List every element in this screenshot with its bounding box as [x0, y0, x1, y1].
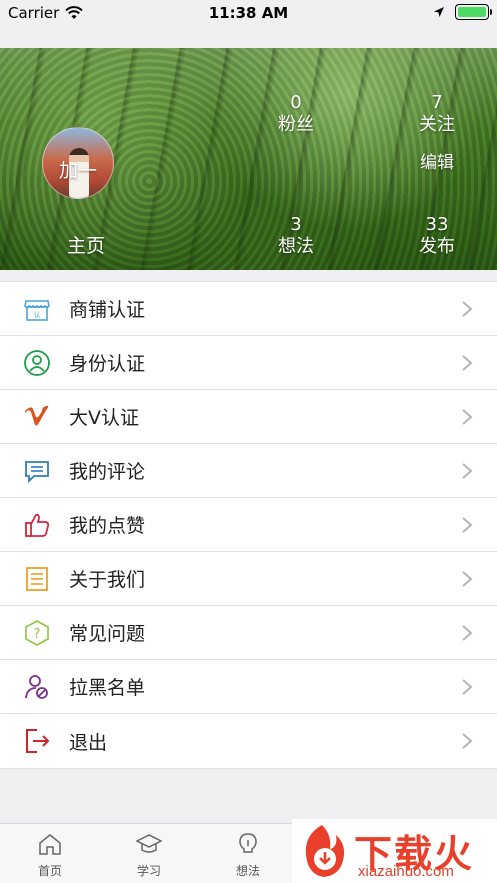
menu-item-logout[interactable]: 退出: [0, 714, 497, 768]
chevron-right-icon: [462, 409, 473, 425]
block-user-icon: [22, 672, 52, 702]
thumbs-up-icon: [22, 510, 52, 540]
tab-home[interactable]: 首页: [20, 832, 80, 879]
location-arrow-icon: [434, 7, 444, 17]
ideas-count: 3: [290, 214, 302, 235]
following-label: 关注: [419, 114, 455, 135]
watermark: 下载火 xiazaihuo.com: [292, 819, 497, 883]
clock: 11:38 AM: [208, 4, 289, 22]
chevron-right-icon: [462, 517, 473, 533]
menu-item-label: 退出: [69, 731, 108, 754]
settings-menu: 认 商铺认证 身份认证 大V认证 我的评论 我的点赞 关于我们 ? 常见问题 拉…: [0, 281, 497, 769]
comment-icon: [22, 456, 52, 486]
svg-text:?: ?: [34, 627, 41, 642]
battery-icon: [455, 4, 492, 20]
menu-item-label: 大V认证: [69, 407, 139, 429]
profile-banner: 加一 0 粉丝 7 关注 编辑 主页 3 想法 33 发布: [0, 48, 497, 270]
followers-count: 0: [290, 92, 302, 113]
watermark-url: xiazaihuo.com: [358, 863, 454, 880]
following-count: 7: [431, 92, 443, 113]
chevron-right-icon: [462, 733, 473, 749]
question-icon: ?: [22, 618, 52, 648]
ideas-stat[interactable]: 3 想法: [266, 214, 326, 258]
menu-item-bigv-verification[interactable]: 大V认证: [0, 390, 497, 444]
followers-stat[interactable]: 0 粉丝: [266, 92, 326, 136]
following-stat[interactable]: 7 关注: [407, 92, 467, 136]
svg-text:认: 认: [34, 310, 41, 319]
menu-item-label: 常见问题: [69, 623, 146, 645]
chevron-right-icon: [462, 301, 473, 317]
tab-label: 首页: [37, 864, 62, 878]
menu-item-faq[interactable]: ? 常见问题: [0, 606, 497, 660]
posts-label: 发布: [419, 236, 455, 257]
logout-icon: [22, 726, 52, 756]
tab-ideas[interactable]: 想法: [218, 832, 278, 879]
bulb-icon: [239, 833, 257, 853]
person-icon: [22, 348, 52, 378]
menu-item-identity-verification[interactable]: 身份认证: [0, 336, 497, 390]
menu-item-my-comments[interactable]: 我的评论: [0, 444, 497, 498]
graduation-cap-icon: [135, 834, 163, 853]
tab-learn[interactable]: 学习: [119, 832, 179, 879]
chevron-right-icon: [462, 679, 473, 695]
shop-icon: 认: [22, 294, 52, 324]
tab-label: 学习: [136, 864, 161, 878]
posts-stat[interactable]: 33 发布: [407, 214, 467, 258]
menu-item-label: 拉黑名单: [69, 677, 146, 699]
edit-profile-button[interactable]: 编辑: [407, 148, 467, 173]
homepage-link[interactable]: 主页: [56, 231, 116, 258]
home-icon: [39, 834, 61, 855]
menu-item-label: 我的评论: [69, 461, 146, 483]
menu-item-shop-verification[interactable]: 认 商铺认证: [0, 282, 497, 336]
menu-item-label: 身份认证: [69, 353, 146, 375]
posts-count: 33: [425, 214, 449, 235]
menu-item-label: 我的点赞: [69, 515, 146, 537]
menu-item-my-likes[interactable]: 我的点赞: [0, 498, 497, 552]
vimeo-v-icon: [22, 402, 52, 432]
menu-item-label: 关于我们: [69, 569, 146, 591]
flame-logo-icon: [305, 825, 345, 877]
chevron-right-icon: [462, 355, 473, 371]
chevron-right-icon: [462, 571, 473, 587]
menu-item-about-us[interactable]: 关于我们: [0, 552, 497, 606]
document-icon: [22, 564, 52, 594]
chevron-right-icon: [462, 625, 473, 641]
tab-label: 想法: [235, 864, 260, 878]
chevron-right-icon: [462, 463, 473, 479]
followers-label: 粉丝: [278, 114, 314, 135]
ideas-label: 想法: [278, 236, 314, 257]
status-bar: Carrier 11:38 AM: [0, 0, 497, 48]
menu-item-label: 商铺认证: [69, 299, 146, 321]
menu-item-blocklist[interactable]: 拉黑名单: [0, 660, 497, 714]
user-name: 加一: [58, 160, 97, 182]
